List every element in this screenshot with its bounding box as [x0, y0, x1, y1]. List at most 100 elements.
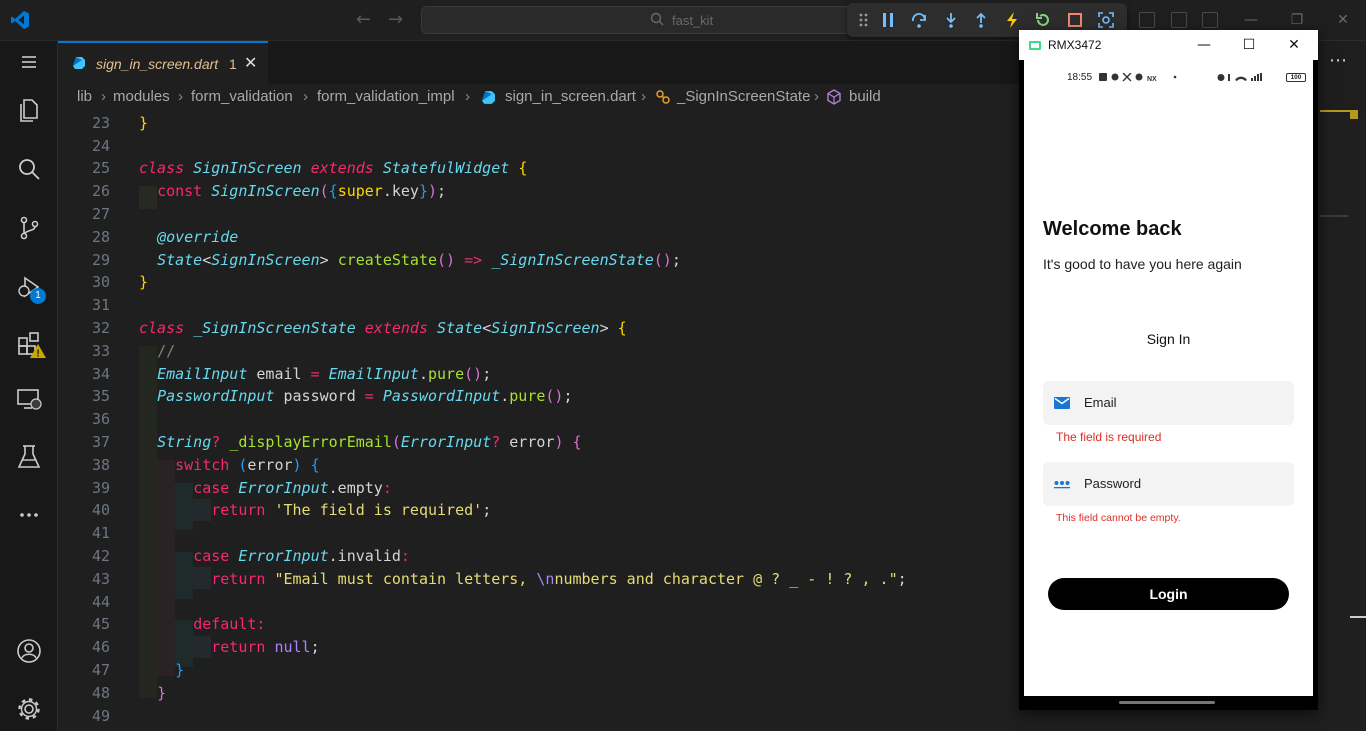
minimize-window-icon[interactable]: —: [1241, 10, 1261, 30]
forward-arrow-icon[interactable]: →: [388, 11, 406, 29]
line-number: 33: [91, 342, 110, 360]
breadcrumb-item[interactable]: lib: [77, 88, 92, 105]
close-tab-icon[interactable]: ✕: [244, 55, 260, 71]
code-line: String? _displayErrorEmail(ErrorInput? e…: [157, 433, 582, 451]
notification-icons: NX: [1099, 73, 1177, 82]
line-number: 36: [91, 410, 110, 428]
breadcrumb-item[interactable]: sign_in_screen.dart: [505, 88, 636, 105]
step-out-icon[interactable]: [972, 11, 990, 29]
menu-icon[interactable]: [15, 48, 43, 76]
minimap-marker: [1320, 110, 1350, 112]
email-error: The field is required: [1056, 430, 1162, 444]
code-line: PasswordInput password = PasswordInput.p…: [157, 387, 573, 405]
chevron-right-icon: ›: [303, 88, 308, 105]
email-field[interactable]: Email: [1043, 381, 1294, 425]
line-number: 23: [91, 114, 110, 132]
code-line: return null;: [211, 638, 320, 656]
more-icon[interactable]: [15, 501, 43, 529]
search-icon[interactable]: [15, 155, 43, 183]
account-icon[interactable]: [15, 637, 43, 665]
code-line: }: [175, 661, 185, 679]
email-label: Email: [1084, 395, 1117, 410]
testing-icon[interactable]: [15, 443, 43, 471]
system-status-icons: [1217, 73, 1262, 81]
chevron-right-icon: ›: [101, 88, 106, 105]
line-number: 37: [91, 433, 110, 451]
emulator-title-bar: RMX3472 — ☐ ✕: [1019, 30, 1318, 60]
code-line: }: [139, 273, 149, 291]
battery-indicator: 100: [1286, 73, 1306, 82]
breadcrumb-item[interactable]: build: [849, 88, 881, 105]
line-number: 45: [91, 615, 110, 633]
line-number: 34: [91, 365, 110, 383]
back-arrow-icon[interactable]: ←: [356, 11, 374, 29]
step-over-icon[interactable]: [910, 11, 928, 29]
password-field[interactable]: Password: [1043, 462, 1294, 506]
remote-explorer-icon[interactable]: [15, 385, 43, 413]
vscode-logo-icon: [11, 11, 29, 29]
line-number: 35: [91, 387, 110, 405]
restart-icon[interactable]: [1034, 11, 1052, 29]
code-line: State<SignInScreen> createState() => _Si…: [157, 251, 681, 269]
workspace-name: fast_kit: [672, 13, 714, 28]
code-line: @override: [157, 228, 239, 246]
code-line: case ErrorInput.invalid:: [193, 547, 410, 565]
maximize-emulator-icon[interactable]: ☐: [1240, 36, 1258, 54]
toggle-secondary-sidebar-icon[interactable]: [1202, 12, 1218, 28]
tab-sign-in-screen[interactable]: sign_in_screen.dart 1 ✕: [58, 41, 268, 84]
android-icon: [1029, 41, 1041, 50]
line-number: 49: [91, 707, 110, 725]
search-icon: [650, 12, 664, 26]
flutter-inspector-icon[interactable]: [1097, 11, 1115, 29]
line-number: 24: [91, 137, 110, 155]
minimize-emulator-icon[interactable]: —: [1195, 36, 1213, 54]
login-button[interactable]: Login: [1048, 578, 1289, 610]
toggle-primary-sidebar-icon[interactable]: [1139, 12, 1155, 28]
toggle-panel-icon[interactable]: [1171, 12, 1187, 28]
restore-window-icon[interactable]: ❐: [1287, 10, 1307, 30]
pause-icon[interactable]: [879, 11, 897, 29]
command-center-search[interactable]: fast_kit: [421, 6, 871, 34]
line-number: 30: [91, 273, 110, 291]
line-number: 42: [91, 547, 110, 565]
line-number: 40: [91, 501, 110, 519]
more-actions-icon[interactable]: ⋯: [1329, 50, 1347, 71]
line-number: 27: [91, 205, 110, 223]
drag-handle-icon[interactable]: [855, 11, 873, 29]
settings-gear-icon[interactable]: [15, 695, 43, 723]
chevron-right-icon: ›: [641, 88, 646, 105]
password-error: This field cannot be empty.: [1056, 512, 1181, 524]
breadcrumb: lib › modules › form_validation › form_v…: [58, 84, 1020, 110]
line-number: 41: [91, 524, 110, 542]
dart-file-icon: [73, 57, 85, 69]
explorer-icon[interactable]: [15, 96, 43, 124]
hot-reload-icon[interactable]: [1003, 11, 1021, 29]
line-number: 48: [91, 684, 110, 702]
tab-label: sign_in_screen.dart: [96, 56, 219, 72]
password-dots-icon: [1054, 481, 1070, 489]
home-indicator[interactable]: [1119, 701, 1215, 704]
source-control-icon[interactable]: [15, 214, 43, 242]
code-line: case ErrorInput.empty:: [193, 479, 392, 497]
breadcrumb-item[interactable]: modules: [113, 88, 170, 105]
password-label: Password: [1084, 476, 1142, 491]
chevron-right-icon: ›: [465, 88, 470, 105]
line-number: 25: [91, 159, 110, 177]
stop-icon[interactable]: [1066, 11, 1084, 29]
step-into-icon[interactable]: [942, 11, 960, 29]
status-bar: 18:55 NX 100: [1024, 70, 1313, 86]
line-number: 47: [91, 661, 110, 679]
close-window-icon[interactable]: ✕: [1333, 10, 1353, 30]
code-line: return 'The field is required';: [211, 501, 492, 519]
line-number: 28: [91, 228, 110, 246]
line-number: 32: [91, 319, 110, 337]
dart-file-icon: [482, 91, 495, 104]
breadcrumb-item[interactable]: form_validation_impl: [317, 88, 455, 105]
activity-bar: 1 !: [0, 41, 58, 731]
code-line: EmailInput email = EmailInput.pure();: [157, 365, 492, 383]
emulator-title: RMX3472: [1048, 38, 1102, 52]
line-number: 43: [91, 570, 110, 588]
breadcrumb-item[interactable]: form_validation: [191, 88, 293, 105]
breadcrumb-item[interactable]: _SignInScreenState: [677, 88, 810, 105]
close-emulator-icon[interactable]: ✕: [1285, 36, 1303, 54]
